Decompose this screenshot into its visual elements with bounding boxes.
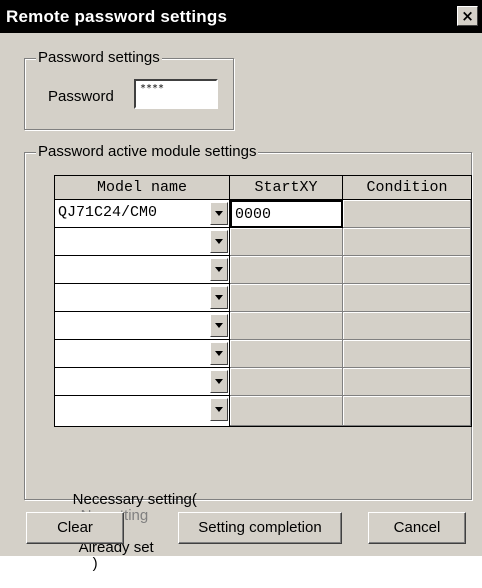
model-name-combo-7[interactable] <box>55 368 230 396</box>
model-name-combo-2[interactable] <box>55 228 230 256</box>
module-settings-label: Password active module settings <box>36 143 259 160</box>
condition-cell-3 <box>343 256 471 284</box>
password-input[interactable]: **** <box>134 79 218 109</box>
close-button[interactable]: × <box>457 6 478 26</box>
model-name-combo-8[interactable] <box>55 396 230 426</box>
startxy-field-1[interactable]: 0000 <box>230 200 343 228</box>
column-header-model-name: Model name <box>55 176 230 200</box>
clear-button[interactable]: Clear <box>26 512 124 544</box>
startxy-field-2[interactable] <box>230 228 343 256</box>
module-table: Model name StartXY Condition QJ71C24/CM0… <box>54 175 472 427</box>
password-value: **** <box>140 83 165 94</box>
chevron-down-icon[interactable] <box>210 398 228 421</box>
setting-completion-button[interactable]: Setting completion <box>178 512 342 544</box>
password-settings-label: Password settings <box>36 49 162 66</box>
window-title: Remote password settings <box>6 7 228 26</box>
condition-cell-6 <box>343 340 471 368</box>
condition-cell-4 <box>343 284 471 312</box>
condition-cell-5 <box>343 312 471 340</box>
chevron-down-icon[interactable] <box>210 230 228 253</box>
close-icon: × <box>461 7 474 25</box>
model-name-combo-6[interactable] <box>55 340 230 368</box>
title-bar[interactable]: Remote password settings × <box>0 0 482 33</box>
chevron-down-icon[interactable] <box>210 202 228 225</box>
startxy-field-6[interactable] <box>230 340 343 368</box>
chevron-down-icon[interactable] <box>210 286 228 309</box>
legend-suffix: ) <box>92 555 98 572</box>
column-header-condition: Condition <box>343 176 471 200</box>
startxy-value: 0000 <box>235 206 272 223</box>
startxy-field-7[interactable] <box>230 368 343 396</box>
startxy-field-4[interactable] <box>230 284 343 312</box>
chevron-down-icon[interactable] <box>210 370 228 393</box>
chevron-down-icon[interactable] <box>210 342 228 365</box>
cancel-button[interactable]: Cancel <box>368 512 466 544</box>
dialog-window: Remote password settings × Password sett… <box>0 0 482 572</box>
condition-cell-1 <box>343 200 471 228</box>
model-name-value: QJ71C24/CM0 <box>58 204 158 221</box>
model-name-combo-3[interactable] <box>55 256 230 284</box>
model-name-combo-5[interactable] <box>55 312 230 340</box>
startxy-field-3[interactable] <box>230 256 343 284</box>
condition-cell-7 <box>343 368 471 396</box>
legend-prefix: Necessary setting( <box>72 491 197 508</box>
startxy-field-8[interactable] <box>230 396 343 426</box>
condition-cell-2 <box>343 228 471 256</box>
password-label: Password <box>48 88 114 105</box>
chevron-down-icon[interactable] <box>210 314 228 337</box>
condition-cell-8 <box>343 396 471 426</box>
model-name-combo-1[interactable]: QJ71C24/CM0 <box>55 200 230 228</box>
startxy-field-5[interactable] <box>230 312 343 340</box>
column-header-startxy: StartXY <box>230 176 343 200</box>
model-name-combo-4[interactable] <box>55 284 230 312</box>
chevron-down-icon[interactable] <box>210 258 228 281</box>
